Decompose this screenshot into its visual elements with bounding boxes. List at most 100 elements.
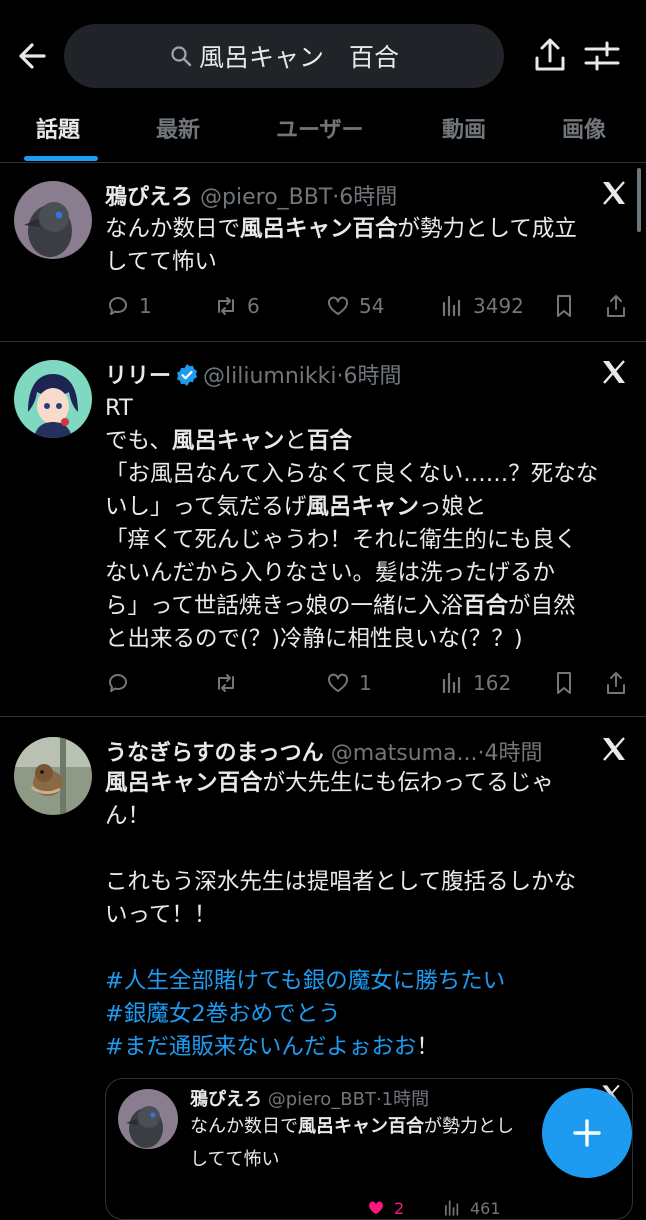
text-segment: と出来るので(？)冷静に相性良いな(？？) <box>105 626 523 652</box>
tab-images[interactable]: 画像 <box>562 112 606 144</box>
text-line: #まだ通販来ないんだよぉおお！ <box>105 1031 625 1064</box>
like-icon <box>327 673 349 692</box>
text-line: #銀魔女2巻おめでとう <box>105 998 625 1031</box>
views-button[interactable]: 3492 <box>439 291 524 321</box>
text-line: ん！ <box>105 800 625 833</box>
text-segment: RT <box>105 395 133 421</box>
highlighted-term: 百合 <box>462 593 508 619</box>
author-handle: @liliumnikki <box>203 364 337 389</box>
like-button[interactable]: 54 <box>325 291 384 321</box>
text-segment: なんか数日で <box>105 216 241 242</box>
reply-count: 1 <box>139 294 152 318</box>
tab-latest[interactable]: 最新 <box>156 112 200 144</box>
post-text: 風呂キャン百合が大先生にも伝わってるじゃ ん！ これもう深水先生は提唱者として腹括… <box>105 767 625 1064</box>
author-name[interactable]: リリー <box>105 364 171 389</box>
highlighted-term: 風呂キャン <box>306 494 419 520</box>
text-line <box>105 833 625 866</box>
text-line: でも、風呂キャンと百合 <box>105 425 625 458</box>
like-count: 1 <box>359 671 372 695</box>
text-segment: ！ <box>416 1034 439 1060</box>
hashtag-link[interactable]: #銀魔女2巻おめでとう <box>105 1001 341 1027</box>
bookmark-button[interactable] <box>551 291 585 321</box>
top-bar: 風呂キャン 百合 <box>0 0 646 100</box>
like-icon <box>369 1201 383 1215</box>
reply-icon <box>109 297 127 315</box>
text-segment: っ娘と <box>418 494 487 520</box>
text-line: RT <box>105 392 625 425</box>
text-segment: いって！！ <box>105 902 217 928</box>
post-time: ·4時間 <box>477 741 543 766</box>
back-arrow-icon[interactable] <box>14 36 54 76</box>
highlighted-term: 風呂キャン百合 <box>298 1116 424 1137</box>
views-icon <box>442 295 461 317</box>
x-logo-icon <box>600 735 628 763</box>
x-logo-icon <box>600 179 628 207</box>
share-button[interactable] <box>603 668 637 698</box>
text-line: 風呂キャン百合が大先生にも伝わってるじゃ <box>105 767 625 800</box>
compose-plus-icon <box>573 1119 601 1147</box>
views-icon <box>445 1200 459 1216</box>
search-query-text: 風呂キャン 百合 <box>198 43 399 72</box>
view-count: 3492 <box>473 294 524 318</box>
like-icon <box>327 296 349 315</box>
bookmark-icon <box>557 672 571 694</box>
text-line: ら」って世話焼きっ娘の一緒に入浴百合が自然 <box>105 590 625 623</box>
view-count: 162 <box>473 671 512 695</box>
reply-button[interactable] <box>105 668 139 698</box>
tab-videos[interactable]: 動画 <box>442 112 486 144</box>
hashtag-link[interactable]: #まだ通販来ないんだよぉおお <box>105 1034 416 1060</box>
quoted-like-count: 2 <box>394 1198 405 1218</box>
hashtag-link[interactable]: #人生全部賭けても銀の魔女に勝ちたい <box>105 968 505 994</box>
repost-icon <box>218 674 234 692</box>
views-icon <box>442 672 461 694</box>
share-icon[interactable] <box>530 36 570 76</box>
text-line: なんか数日で風呂キャン百合が勢力として成立 <box>105 213 625 246</box>
text-segment: してて怖い <box>105 249 217 275</box>
text-segment: なんか数日で <box>190 1116 298 1137</box>
text-line: #人生全部賭けても銀の魔女に勝ちたい <box>105 965 625 998</box>
search-icon <box>171 46 192 67</box>
text-line <box>105 932 625 965</box>
compose-button[interactable] <box>542 1088 632 1178</box>
quoted-post-text: なんか数日で風呂キャン百合が勢力とし してて怖い <box>190 1113 514 1179</box>
quoted-like-count-wrap: 2 <box>366 1193 405 1219</box>
repost-button[interactable] <box>213 668 247 698</box>
avatar[interactable] <box>14 360 92 438</box>
post-text: なんか数日で風呂キャン百合が勢力として成立してて怖い <box>105 213 625 279</box>
text-segment: ら」って世話焼きっ娘の一緒に入浴 <box>105 593 463 619</box>
filter-icon[interactable] <box>582 36 622 76</box>
share-button[interactable] <box>603 291 637 321</box>
quoted-author-handle: @piero_BBT <box>267 1089 376 1110</box>
text-line: これもう深水先生は提唱者として腹括るしかな <box>105 866 625 899</box>
quoted-avatar <box>118 1089 178 1149</box>
text-segment: ないんだから入りなさい。髪は洗ったげるか <box>105 560 556 586</box>
text-segment: いし」って気だるげ <box>105 494 307 520</box>
like-button[interactable]: 1 <box>325 668 372 698</box>
text-line: 「お風呂なんて入らなくて良くない……？死なな <box>105 458 625 491</box>
post-card[interactable]: リリー @liliumnikki·6時間 RT でも、風呂キャンと百合 「お風呂なんて… <box>0 342 646 717</box>
bookmark-icon <box>557 295 571 317</box>
repost-button[interactable]: 6 <box>213 291 260 321</box>
views-button[interactable]: 162 <box>439 668 511 698</box>
text-segment: が大先生にも伝わってるじゃ <box>262 770 554 796</box>
author-handle: @piero_BBT <box>200 185 333 210</box>
repost-icon <box>218 297 234 315</box>
like-count: 54 <box>359 294 385 318</box>
quoted-author-name: 鴉ぴえろ <box>190 1089 262 1110</box>
post-text: RT でも、風呂キャンと百合「お風呂なんて入らなくて良くない……？死なな いし」って… <box>105 392 625 656</box>
search-input[interactable]: 風呂キャン 百合 <box>64 24 504 88</box>
post-card[interactable]: 鴉ぴえろ @piero_BBT·6時間 なんか数日で風呂キャン百合が勢力として成… <box>0 163 646 342</box>
text-segment: 「痒くて死んじゃうわ！それに衛生的にも良く <box>105 527 577 553</box>
text-line: なんか数日で風呂キャン百合が勢力とし <box>190 1113 514 1146</box>
reply-button[interactable]: 1 <box>105 291 152 321</box>
post-time: ·6時間 <box>332 185 398 210</box>
bookmark-button[interactable] <box>551 668 585 698</box>
verified-badge-icon <box>177 364 198 386</box>
tab-top[interactable]: 話題 <box>36 112 80 144</box>
author-name[interactable]: 鴉ぴえろ <box>105 185 193 210</box>
avatar[interactable] <box>14 737 92 815</box>
tab-users[interactable]: ユーザー <box>276 112 364 144</box>
text-segment: 「お風呂なんて入らなくて良くない……？死なな <box>105 461 599 487</box>
avatar[interactable] <box>14 181 92 259</box>
author-name[interactable]: うなぎらすのまっつん <box>105 741 324 766</box>
